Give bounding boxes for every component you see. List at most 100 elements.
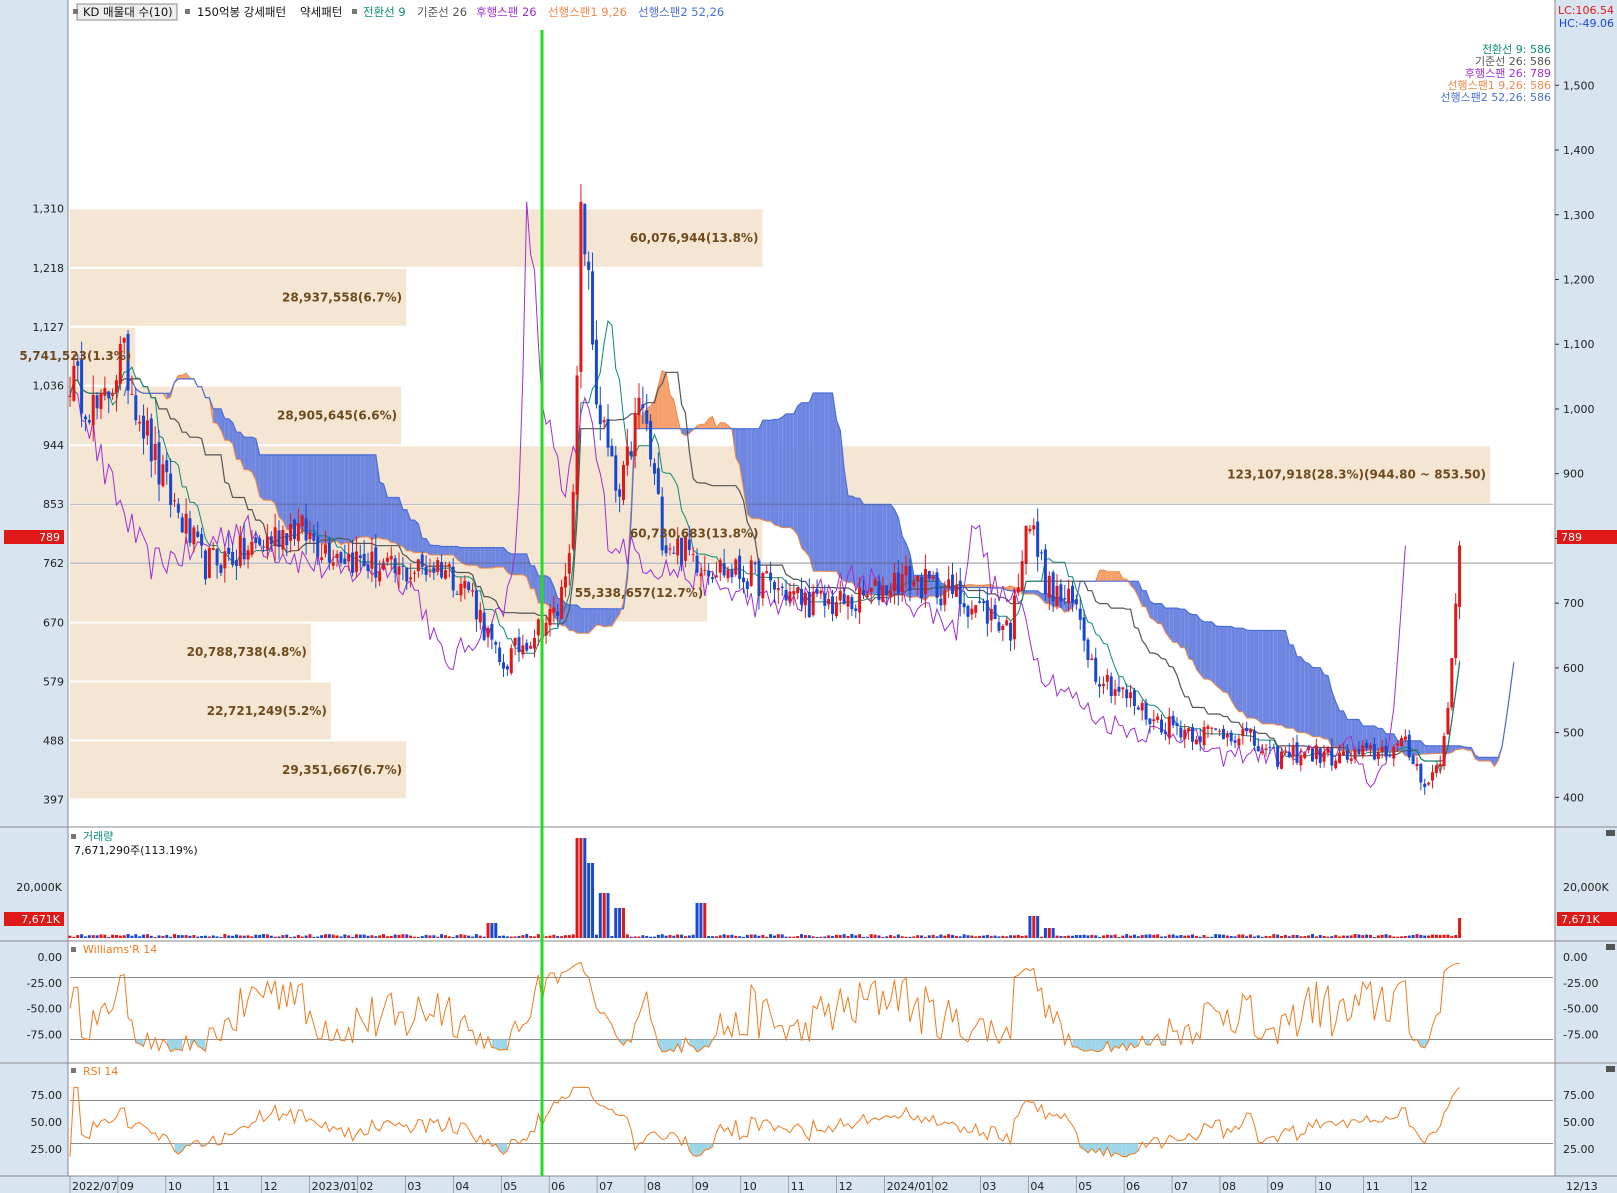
- volume-bar: [285, 934, 289, 938]
- candle-body: [1043, 549, 1047, 595]
- volume-bar: [757, 935, 761, 938]
- cloud-segment: [518, 553, 523, 575]
- candle-body: [954, 585, 958, 597]
- header-item7[interactable]: 선행스팬1 9,26: [548, 5, 627, 19]
- volume-current-left: 7,671K: [21, 913, 60, 926]
- cloud-segment: [248, 437, 252, 472]
- candle-body: [803, 593, 807, 606]
- volume-bar: [800, 934, 804, 938]
- cloud-segment: [1219, 626, 1224, 693]
- volume-bar: [1427, 935, 1431, 938]
- candle-body: [1291, 745, 1295, 757]
- volume-bar: [207, 936, 211, 938]
- candle-body: [203, 550, 207, 580]
- header-item6[interactable]: 후행스팬 26: [476, 5, 537, 19]
- volume-bar: [989, 935, 993, 938]
- cloud-segment: [778, 417, 783, 528]
- volume-bar: [618, 908, 622, 938]
- volume-bar: [687, 935, 691, 938]
- candle-body: [1322, 751, 1326, 762]
- candle-body: [459, 583, 463, 596]
- candle-body: [1012, 595, 1016, 640]
- volume-bar: [672, 935, 676, 938]
- williams-oversold-fill: [662, 1039, 667, 1052]
- rsi-oversold-fill: [693, 1143, 698, 1157]
- candle-body: [861, 590, 865, 596]
- candle-body: [285, 533, 289, 546]
- candle-body: [1310, 748, 1314, 762]
- cloud-segment: [809, 393, 814, 572]
- williams-scroll-icon[interactable]: [1606, 944, 1615, 950]
- volume-bar: [966, 935, 970, 938]
- volume-title-marker: [71, 834, 76, 839]
- volume-bar: [985, 934, 989, 938]
- cloud-segment: [1180, 609, 1185, 648]
- candle-body: [1419, 763, 1423, 783]
- volume-bar: [831, 936, 835, 938]
- rsi-pane[interactable]: [68, 1064, 1555, 1176]
- candle-body: [900, 574, 904, 593]
- williams-oversold-fill: [491, 1039, 496, 1049]
- volume-bar: [343, 934, 347, 938]
- header-item2[interactable]: 150억봉 강세패턴: [197, 5, 286, 19]
- stock-chart[interactable]: 29,351,667(6.7%) 22,721,249(5.2%) 20,788,7…: [0, 0, 1617, 1193]
- volume-bar: [498, 935, 502, 938]
- cloud-segment: [410, 520, 415, 553]
- volume-bar: [769, 934, 773, 938]
- cloud-segment: [608, 608, 612, 627]
- volume-bar: [1074, 934, 1078, 938]
- volume-bar: [111, 934, 115, 938]
- volume-bar: [703, 903, 707, 938]
- volume-bar: [1400, 936, 1404, 938]
- x-axis-label: 11: [1366, 1180, 1380, 1193]
- candle-body: [714, 575, 718, 578]
- candle-body: [432, 567, 436, 573]
- candle-body: [1369, 745, 1373, 749]
- volume-bar: [1020, 935, 1024, 938]
- rsi-scroll-icon[interactable]: [1606, 1066, 1615, 1072]
- cloud-segment: [344, 454, 349, 543]
- volume-bar: [1276, 934, 1280, 938]
- legend-spanB: 선행스팬2 52,26: 586: [1440, 91, 1551, 104]
- volume-bar: [138, 936, 142, 938]
- cloud-segment: [720, 422, 725, 429]
- williams-pane[interactable]: [68, 942, 1555, 1062]
- candle-body: [881, 585, 885, 602]
- volume-bar: [1322, 935, 1326, 938]
- candle-body: [1341, 751, 1345, 756]
- volume-left-tick: 20,000K: [16, 881, 62, 894]
- volume-bar: [1349, 935, 1353, 938]
- volume-bar: [1132, 934, 1136, 938]
- header-item1[interactable]: KD 매물대 수(10): [83, 5, 173, 19]
- cloud-segment: [333, 454, 338, 542]
- header-item8[interactable]: 선행스팬2 52,26: [638, 5, 724, 19]
- x-axis-label: 06: [1126, 1180, 1140, 1193]
- candle-body: [811, 591, 815, 616]
- header-item5[interactable]: 기준선 26: [417, 5, 467, 19]
- cloud-segment: [294, 454, 299, 526]
- volume-bar: [1206, 936, 1210, 938]
- header-item3[interactable]: 약세패턴: [300, 5, 342, 19]
- williams-left-tick: -50.00: [27, 1003, 62, 1016]
- williams-oversold-fill: [1095, 1039, 1100, 1052]
- current-price-right: 789: [1561, 531, 1582, 544]
- volume-bar: [1160, 936, 1164, 938]
- candle-body: [815, 589, 819, 594]
- volume-bar: [629, 936, 633, 938]
- volume-bar: [412, 936, 416, 938]
- volume-bar: [1334, 934, 1338, 938]
- candle-body: [1179, 727, 1183, 738]
- cloud-segment: [1281, 630, 1286, 728]
- volume-pane[interactable]: [68, 828, 1555, 940]
- candle-body: [676, 538, 680, 556]
- x-axis-label: 12: [839, 1180, 853, 1193]
- candle-body: [509, 648, 513, 674]
- volume-scroll-icon[interactable]: [1606, 830, 1615, 836]
- candle-body: [1109, 676, 1113, 696]
- volume-bar: [265, 934, 269, 938]
- left-price-tick: 1,036: [33, 380, 65, 393]
- header-item4[interactable]: 전환선 9: [363, 5, 406, 19]
- volume-bar: [1078, 935, 1082, 938]
- volume-bar: [176, 935, 180, 938]
- volume-bar: [1105, 934, 1109, 938]
